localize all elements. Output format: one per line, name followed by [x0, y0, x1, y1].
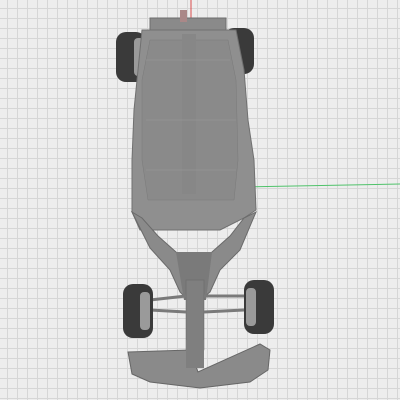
3d-viewport[interactable]: [0, 0, 400, 400]
front-left-tire: [123, 284, 153, 338]
front-wing: [127, 340, 271, 389]
scene-canvas[interactable]: [0, 0, 400, 400]
front-right-tire: [244, 280, 274, 334]
